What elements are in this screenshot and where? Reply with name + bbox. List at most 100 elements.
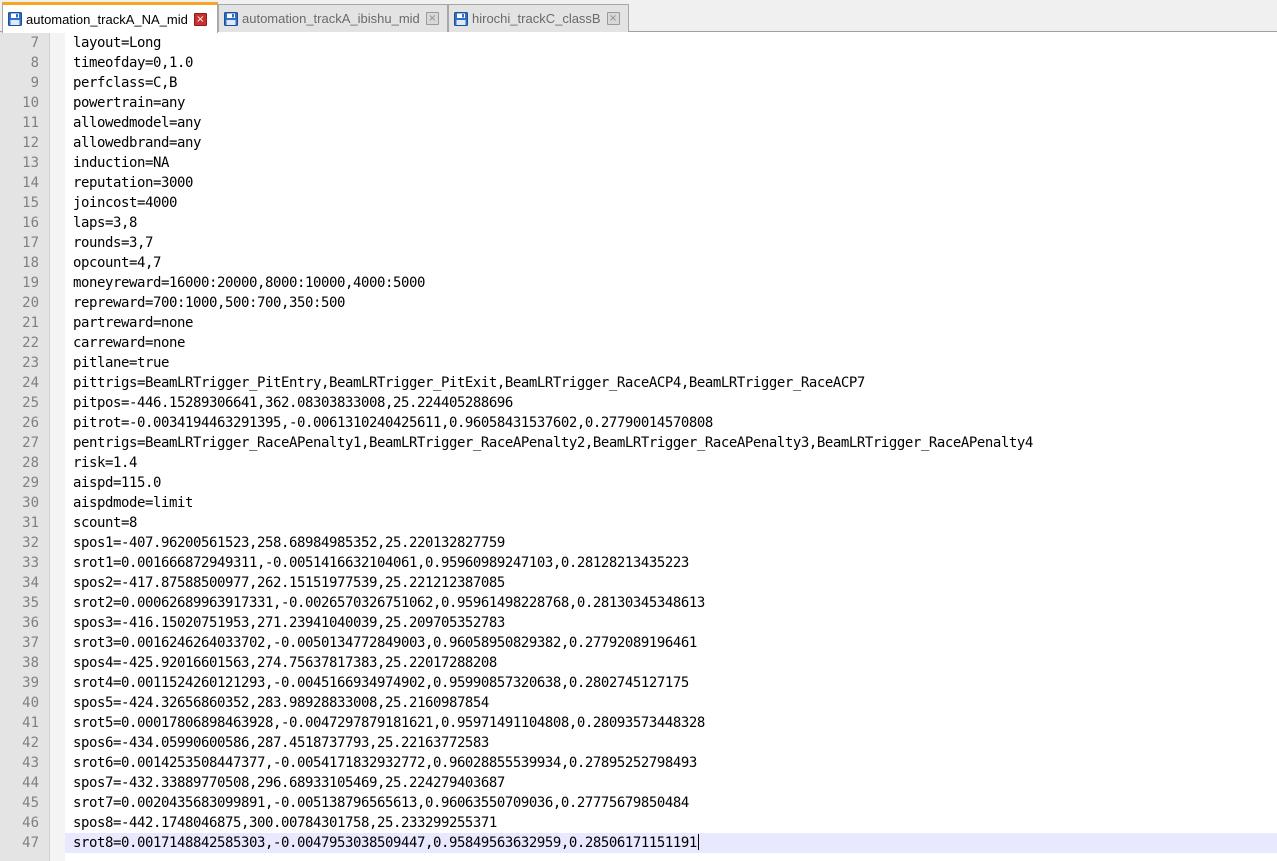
line-text[interactable]: srot4=0.0011524260121293,-0.004516693497… bbox=[73, 673, 689, 693]
line-text-area[interactable]: pitrot=-0.0034194463291395,-0.0061310240… bbox=[65, 413, 1277, 433]
editor-line[interactable]: 16 laps=3,8 bbox=[0, 213, 1277, 233]
line-text-area[interactable]: srot3=0.0016246264033702,-0.005013477284… bbox=[65, 633, 1277, 653]
editor-line[interactable]: 35 srot2=0.00062689963917331,-0.002657032… bbox=[0, 593, 1277, 613]
editor-line[interactable]: 14 reputation=3000 bbox=[0, 173, 1277, 193]
line-text-area[interactable]: powertrain=any bbox=[65, 93, 1277, 113]
line-text[interactable]: pitlane=true bbox=[73, 353, 169, 373]
line-text[interactable]: spos1=-407.96200561523,258.68984985352,2… bbox=[73, 533, 505, 553]
tab-automation-tracka-na-mid[interactable]: automation_trackA_NA_mid × bbox=[2, 2, 218, 33]
line-text[interactable]: laps=3,8 bbox=[73, 213, 137, 233]
line-text[interactable]: moneyreward=16000:20000,8000:10000,4000:… bbox=[73, 273, 425, 293]
line-text-area[interactable]: laps=3,8 bbox=[65, 213, 1277, 233]
line-text-area[interactable]: repreward=700:1000,500:700,350:500 bbox=[65, 293, 1277, 313]
line-text[interactable]: srot5=0.00017806898463928,-0.00472978791… bbox=[73, 713, 705, 733]
line-text[interactable]: layout=Long bbox=[73, 33, 161, 53]
line-text-area[interactable]: pittrigs=BeamLRTrigger_PitEntry,BeamLRTr… bbox=[65, 373, 1277, 393]
editor-line[interactable]: 46 spos8=-442.1748046875,300.00784301758,… bbox=[0, 813, 1277, 833]
line-text-area[interactable]: spos5=-424.32656860352,283.98928833008,2… bbox=[65, 693, 1277, 713]
line-text[interactable]: pitrot=-0.0034194463291395,-0.0061310240… bbox=[73, 413, 713, 433]
line-text-area[interactable]: srot2=0.00062689963917331,-0.00265703267… bbox=[65, 593, 1277, 613]
line-text[interactable]: spos3=-416.15020751953,271.23941040039,2… bbox=[73, 613, 505, 633]
editor-line[interactable]: 33 srot1=0.001666872949311,-0.00514166321… bbox=[0, 553, 1277, 573]
line-text-area[interactable]: rounds=3,7 bbox=[65, 233, 1277, 253]
line-text[interactable]: timeofday=0,1.0 bbox=[73, 53, 193, 73]
line-text-area[interactable]: timeofday=0,1.0 bbox=[65, 53, 1277, 73]
editor-line[interactable]: 34 spos2=-417.87588500977,262.15151977539… bbox=[0, 573, 1277, 593]
line-text[interactable]: opcount=4,7 bbox=[73, 253, 161, 273]
line-text[interactable]: spos6=-434.05990600586,287.4518737793,25… bbox=[73, 733, 489, 753]
line-text-area[interactable]: spos4=-425.92016601563,274.75637817383,2… bbox=[65, 653, 1277, 673]
line-text-area[interactable]: aispdmode=limit bbox=[65, 493, 1277, 513]
line-text[interactable]: srot1=0.001666872949311,-0.0051416632104… bbox=[73, 553, 689, 573]
editor-line[interactable]: 18 opcount=4,7 bbox=[0, 253, 1277, 273]
line-text[interactable]: spos2=-417.87588500977,262.15151977539,2… bbox=[73, 573, 505, 593]
line-text-area[interactable]: induction=NA bbox=[65, 153, 1277, 173]
line-text-area[interactable]: partreward=none bbox=[65, 313, 1277, 333]
editor-line[interactable]: 17 rounds=3,7 bbox=[0, 233, 1277, 253]
line-text[interactable]: srot3=0.0016246264033702,-0.005013477284… bbox=[73, 633, 697, 653]
tab-close-button[interactable]: × bbox=[425, 12, 439, 25]
line-text[interactable]: spos5=-424.32656860352,283.98928833008,2… bbox=[73, 693, 489, 713]
line-text[interactable]: induction=NA bbox=[73, 153, 169, 173]
line-text-area[interactable]: srot1=0.001666872949311,-0.0051416632104… bbox=[65, 553, 1277, 573]
editor-line[interactable]: 47 srot8=0.0017148842585303,-0.0047953038… bbox=[0, 833, 1277, 853]
line-text-area[interactable]: srot7=0.0020435683099891,-0.005138796565… bbox=[65, 793, 1277, 813]
line-text-area[interactable]: srot6=0.0014253508447377,-0.005417183293… bbox=[65, 753, 1277, 773]
editor-line[interactable]: 23 pitlane=true bbox=[0, 353, 1277, 373]
tab-automation-tracka-ibishu-mid[interactable]: automation_trackA_ibishu_mid × bbox=[218, 4, 448, 32]
editor-line[interactable]: 7 layout=Long bbox=[0, 33, 1277, 53]
editor-line[interactable]: 9 perfclass=C,B bbox=[0, 73, 1277, 93]
line-text[interactable]: carreward=none bbox=[73, 333, 185, 353]
line-text[interactable]: spos7=-432.33889770508,296.68933105469,2… bbox=[73, 773, 505, 793]
editor-line[interactable]: 19 moneyreward=16000:20000,8000:10000,400… bbox=[0, 273, 1277, 293]
line-text-area[interactable]: opcount=4,7 bbox=[65, 253, 1277, 273]
line-text[interactable]: pittrigs=BeamLRTrigger_PitEntry,BeamLRTr… bbox=[73, 373, 865, 393]
editor-line[interactable]: 12 allowedbrand=any bbox=[0, 133, 1277, 153]
editor-line[interactable]: 45 srot7=0.0020435683099891,-0.0051387965… bbox=[0, 793, 1277, 813]
line-text-area[interactable]: allowedbrand=any bbox=[65, 133, 1277, 153]
editor-line[interactable]: 22 carreward=none bbox=[0, 333, 1277, 353]
line-text-area[interactable]: srot5=0.00017806898463928,-0.00472978791… bbox=[65, 713, 1277, 733]
line-text[interactable]: aispd=115.0 bbox=[73, 473, 161, 493]
line-text[interactable]: srot8=0.0017148842585303,-0.004795303850… bbox=[73, 833, 699, 853]
editor-line[interactable]: 20 repreward=700:1000,500:700,350:500 bbox=[0, 293, 1277, 313]
line-text-area[interactable]: srot8=0.0017148842585303,-0.004795303850… bbox=[65, 833, 1277, 853]
editor-line[interactable]: 21 partreward=none bbox=[0, 313, 1277, 333]
line-text-area[interactable]: perfclass=C,B bbox=[65, 73, 1277, 93]
editor-line[interactable]: 25 pitpos=-446.15289306641,362.0830383300… bbox=[0, 393, 1277, 413]
line-text-area[interactable]: layout=Long bbox=[65, 33, 1277, 53]
editor-line[interactable]: 41 srot5=0.00017806898463928,-0.004729787… bbox=[0, 713, 1277, 733]
line-text[interactable]: pitpos=-446.15289306641,362.08303833008,… bbox=[73, 393, 513, 413]
editor-line[interactable]: 32 spos1=-407.96200561523,258.68984985352… bbox=[0, 533, 1277, 553]
line-text-area[interactable]: srot4=0.0011524260121293,-0.004516693497… bbox=[65, 673, 1277, 693]
line-text[interactable]: srot2=0.00062689963917331,-0.00265703267… bbox=[73, 593, 705, 613]
editor-line[interactable]: 26 pitrot=-0.0034194463291395,-0.00613102… bbox=[0, 413, 1277, 433]
editor-line[interactable]: 29 aispd=115.0 bbox=[0, 473, 1277, 493]
editor-line[interactable]: 38 spos4=-425.92016601563,274.75637817383… bbox=[0, 653, 1277, 673]
editor-line[interactable]: 8 timeofday=0,1.0 bbox=[0, 53, 1277, 73]
line-text[interactable]: powertrain=any bbox=[73, 93, 185, 113]
line-text[interactable]: joincost=4000 bbox=[73, 193, 177, 213]
line-text-area[interactable]: spos8=-442.1748046875,300.00784301758,25… bbox=[65, 813, 1277, 833]
code-editor[interactable]: 7 layout=Long 8 timeofday=0,1.0 9 perfclass=C… bbox=[0, 32, 1277, 861]
editor-line[interactable]: 37 srot3=0.0016246264033702,-0.0050134772… bbox=[0, 633, 1277, 653]
editor-line[interactable]: 28 risk=1.4 bbox=[0, 453, 1277, 473]
line-text-area[interactable]: allowedmodel=any bbox=[65, 113, 1277, 133]
editor-line[interactable]: 15 joincost=4000 bbox=[0, 193, 1277, 213]
line-text-area[interactable]: pentrigs=BeamLRTrigger_RaceAPenalty1,Bea… bbox=[65, 433, 1277, 453]
line-text-area[interactable]: pitlane=true bbox=[65, 353, 1277, 373]
line-text[interactable]: partreward=none bbox=[73, 313, 193, 333]
editor-line[interactable]: 24 pittrigs=BeamLRTrigger_PitEntry,BeamLR… bbox=[0, 373, 1277, 393]
line-text-area[interactable]: spos2=-417.87588500977,262.15151977539,2… bbox=[65, 573, 1277, 593]
editor-line[interactable]: 31 scount=8 bbox=[0, 513, 1277, 533]
line-text-area[interactable]: carreward=none bbox=[65, 333, 1277, 353]
editor-line[interactable]: 40 spos5=-424.32656860352,283.98928833008… bbox=[0, 693, 1277, 713]
line-text[interactable]: srot7=0.0020435683099891,-0.005138796565… bbox=[73, 793, 689, 813]
line-text-area[interactable]: spos3=-416.15020751953,271.23941040039,2… bbox=[65, 613, 1277, 633]
line-text-area[interactable]: moneyreward=16000:20000,8000:10000,4000:… bbox=[65, 273, 1277, 293]
line-text[interactable]: spos4=-425.92016601563,274.75637817383,2… bbox=[73, 653, 497, 673]
line-text[interactable]: allowedmodel=any bbox=[73, 113, 201, 133]
line-text-area[interactable]: aispd=115.0 bbox=[65, 473, 1277, 493]
line-text[interactable]: spos8=-442.1748046875,300.00784301758,25… bbox=[73, 813, 497, 833]
editor-line[interactable]: 43 srot6=0.0014253508447377,-0.0054171832… bbox=[0, 753, 1277, 773]
